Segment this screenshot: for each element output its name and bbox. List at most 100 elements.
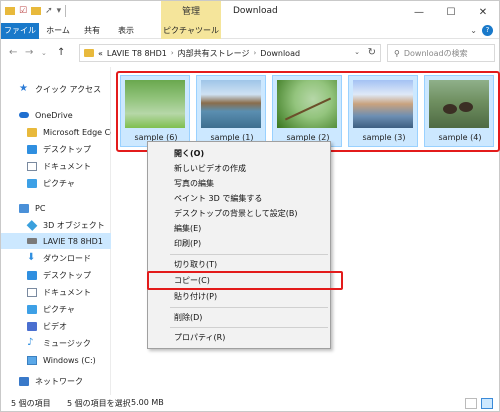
chevron-right-icon[interactable]: › [171,49,174,57]
details-view-icon[interactable] [465,398,477,409]
up-arrow-icon[interactable]: ↑ [57,47,65,58]
selected-files-highlight: sample (6) sample (1) sample (2) sample … [116,71,500,152]
sidebar-item-label: ビデオ [43,321,67,331]
menu-item-edit-photo[interactable]: 写真の編集 [148,176,330,191]
sidebar-item-label: ドキュメント [43,161,91,171]
sidebar-item-label: ネットワーク [35,376,83,386]
minimize-icon[interactable]: — [403,1,435,23]
menu-item-paste[interactable]: 貼り付け(P) [148,289,330,304]
help-icon[interactable]: ? [482,25,493,36]
sidebar-item-downloads[interactable]: ⬇ ダウンロード [1,250,111,266]
search-icon: ⚲ [394,48,400,58]
chevron-down-icon[interactable]: ⌄ [470,26,477,35]
tab-manage[interactable]: 管理 [161,1,221,23]
chevron-down-icon[interactable]: ⌄ [354,48,360,56]
sidebar-item-label: デスクトップ [43,270,91,280]
sidebar-item-label: クイック アクセス [35,84,102,94]
sidebar-item-3d-objects[interactable]: 3D オブジェクト [1,217,111,233]
sidebar-item-network[interactable]: ネットワーク [1,373,111,389]
folder-icon [84,49,94,57]
file-thumbnail[interactable]: sample (4) [424,75,494,147]
file-name: sample (3) [362,133,406,142]
file-thumbnail[interactable]: sample (3) [348,75,418,147]
sidebar-item-windows-c[interactable]: Windows (C:) [1,352,111,368]
quick-access-toolbar: ☑ ➚ ▾ [5,5,67,17]
tab-home[interactable]: ホーム [41,23,75,39]
sidebar-item-label: ピクチャ [43,178,75,188]
image-thumbnail [125,80,185,128]
menu-item-delete[interactable]: 削除(D) [148,310,330,325]
music-icon: ♪ [27,337,34,348]
chevron-right-icon[interactable]: › [253,49,256,57]
sidebar-item-label: Windows (C:) [43,355,96,365]
sidebar-item-onedrive-desktop[interactable]: デスクトップ [1,141,111,157]
sidebar-item-music[interactable]: ♪ ミュージック [1,335,111,351]
menu-item-properties[interactable]: プロパティ(R) [148,330,330,345]
address-bar[interactable]: « LAVIE T8 8HD1 › 内部共有ストレージ › Download ⌄… [79,44,381,62]
search-box[interactable]: ⚲ Downloadの検索 [387,44,495,62]
copy-highlight-box [147,271,343,290]
sidebar-item-onedrive-documents[interactable]: ドキュメント [1,158,111,174]
ribbon-tabs: ファイル ホーム 共有 表示 ピクチャツール ⌄ ? [1,23,499,39]
sidebar-item-quick-access[interactable]: ★ クイック アクセス [1,81,111,97]
pin-icon[interactable]: ➚ [45,5,53,17]
sidebar-item-edge-folder[interactable]: Microsoft Edge Co [1,124,111,140]
folder-icon[interactable] [31,7,42,15]
folder-icon[interactable] [5,7,15,15]
close-icon[interactable]: ✕ [467,1,499,23]
breadcrumb-storage[interactable]: 内部共有ストレージ [178,48,250,59]
selection-count: 5 個の項目を選択 [67,399,131,408]
cloud-icon [19,112,29,118]
menu-item-cut[interactable]: 切り取り(T) [148,257,330,272]
sidebar-item-label: OneDrive [35,110,73,120]
large-icons-view-icon[interactable] [481,398,493,409]
picture-icon [27,304,37,314]
sidebar-item-label: 3D オブジェクト [43,220,105,230]
window-controls: — ☐ ✕ [403,1,499,23]
refresh-icon[interactable]: ↻ [368,47,376,58]
dropdown-icon[interactable]: ▾ [57,5,62,17]
sidebar-item-onedrive[interactable]: OneDrive [1,107,111,123]
menu-item-paint3d[interactable]: ペイント 3D で編集する [148,191,330,206]
recent-dropdown-icon[interactable]: ⌄ [41,49,47,57]
sidebar-item-lavie-device[interactable]: LAVIE T8 8HD1 [1,233,111,249]
sidebar-item-label: LAVIE T8 8HD1 [43,236,103,246]
menu-item-print[interactable]: 印刷(P) [148,236,330,251]
title-bar: ☑ ➚ ▾ 管理 Download — ☐ ✕ [1,1,499,23]
sidebar-item-desktop[interactable]: デスクトップ [1,267,111,283]
sidebar-item-label: PC [35,203,46,213]
maximize-icon[interactable]: ☐ [435,1,467,23]
sidebar-item-pictures[interactable]: ピクチャ [1,301,111,317]
image-thumbnail [201,80,261,128]
sidebar-item-pc[interactable]: PC [1,200,111,216]
menu-item-open[interactable]: 開く(O) [148,146,330,161]
file-thumbnail[interactable]: sample (2) [272,75,342,147]
menu-item-new-video[interactable]: 新しいビデオの作成 [148,161,330,176]
download-icon: ⬇ [27,252,36,263]
sidebar-item-label: ピクチャ [43,304,75,314]
file-thumbnail[interactable]: sample (6) [120,75,190,147]
sidebar-item-onedrive-pictures[interactable]: ピクチャ [1,175,111,191]
sidebar-item-documents[interactable]: ドキュメント [1,284,111,300]
navigation-pane: ★ クイック アクセス OneDrive Microsoft Edge Co デ… [1,67,111,395]
pc-icon [19,203,29,213]
forward-arrow-icon[interactable]: → [25,47,33,58]
sidebar-item-label: ダウンロード [43,253,91,263]
file-thumbnail[interactable]: sample (1) [196,75,266,147]
check-icon[interactable]: ☑ [19,5,27,17]
picture-icon [27,178,37,188]
menu-divider [170,327,328,328]
menu-item-edit[interactable]: 編集(E) [148,221,330,236]
tab-view[interactable]: 表示 [109,23,143,39]
tab-picture-tools[interactable]: ピクチャツール [161,23,221,39]
sidebar-item-videos[interactable]: ビデオ [1,318,111,334]
tab-share[interactable]: 共有 [77,23,107,39]
breadcrumb-download[interactable]: Download [260,49,300,58]
network-icon [19,376,29,386]
item-count: 5 個の項目 [11,399,51,408]
back-arrow-icon[interactable]: ← [9,47,17,58]
breadcrumb-overflow[interactable]: « [98,49,103,58]
tab-file[interactable]: ファイル [1,23,39,39]
menu-item-set-background[interactable]: デスクトップの背景として設定(B) [148,206,330,221]
breadcrumb-device[interactable]: LAVIE T8 8HD1 [107,49,167,58]
